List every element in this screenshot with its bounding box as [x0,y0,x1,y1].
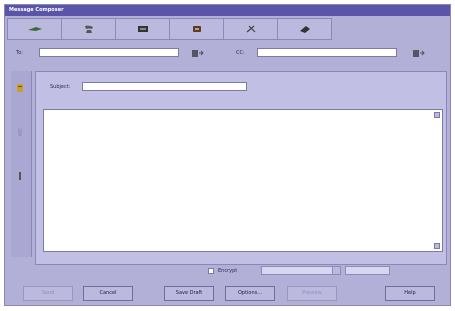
phone-icon [84,25,93,33]
to-field[interactable] [39,48,179,57]
erase-icon [299,26,310,33]
send-button[interactable]: Send [23,286,73,301]
option-select-1[interactable] [261,266,341,275]
help-button[interactable]: Help [385,286,435,301]
record-icon [192,26,201,32]
message-icon [137,26,148,32]
toolbar [7,18,332,40]
cc-label: CC: [236,50,245,56]
pin-icon[interactable] [15,171,25,181]
message-body[interactable] [43,109,443,252]
encrypt-label: Encrypt [218,268,238,274]
tools-icon [246,25,255,33]
clip-icon[interactable] [15,127,25,137]
chevron-down-icon [332,267,340,274]
sidebar [11,71,32,257]
phone-toolbar-button[interactable] [62,19,116,39]
composer-window: Message Composer To: CC: Subject: Encryp… [4,4,451,306]
cancel-button[interactable]: Cancel [83,286,133,301]
address-book-icon [192,49,204,57]
subject-field[interactable] [82,82,247,91]
send-icon [27,27,42,31]
encrypt-checkbox[interactable] [208,268,214,274]
to-label: To: [16,50,23,56]
scroll-down-button[interactable] [434,243,440,249]
preview-button[interactable]: Preview [287,286,337,301]
option-select-2[interactable] [345,266,390,275]
button-bar: Send Cancel Save Draft Options... Previe… [11,281,447,305]
cc-field[interactable] [257,48,397,57]
address-book-icon [413,49,425,57]
subject-label: Subject: [50,84,71,90]
erase-toolbar-button[interactable] [278,19,331,39]
cc-address-book-button[interactable] [410,48,428,58]
message-toolbar-button[interactable] [116,19,170,39]
record-toolbar-button[interactable] [170,19,224,39]
to-address-book-button[interactable] [189,48,207,58]
scroll-up-button[interactable] [434,112,440,118]
options-button[interactable]: Options... [225,286,275,301]
window-title: Message Composer [5,5,450,16]
save-draft-button[interactable]: Save Draft [164,286,214,301]
tools-toolbar-button[interactable] [224,19,278,39]
attach-icon[interactable] [15,83,25,93]
send-toolbar-button[interactable] [8,19,62,39]
